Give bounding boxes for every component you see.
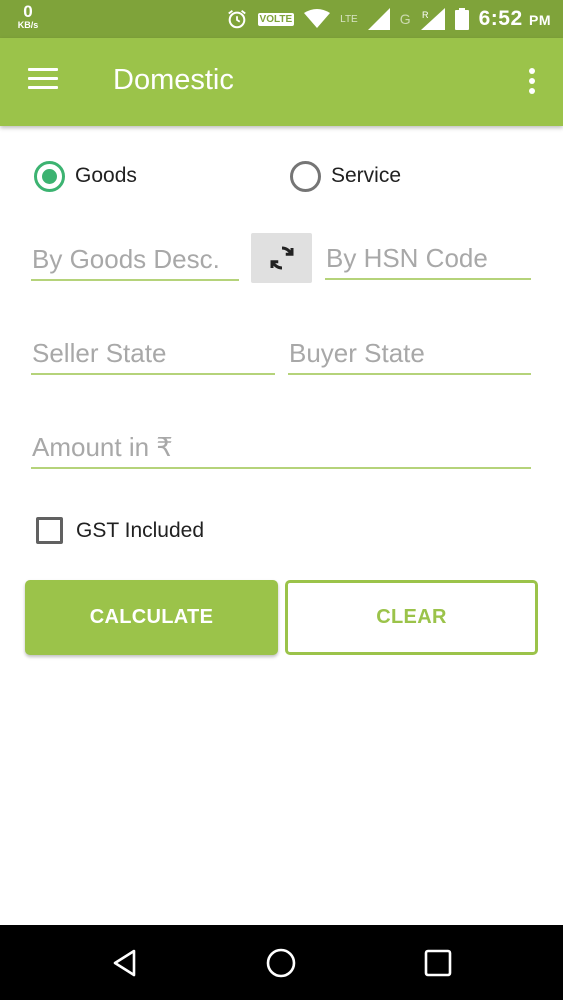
clock-time: 6:52 xyxy=(478,7,523,30)
amount-field[interactable] xyxy=(31,427,531,469)
network-speed-value: 0 xyxy=(23,2,33,21)
swap-search-button[interactable] xyxy=(251,233,312,283)
battery-icon xyxy=(454,8,469,30)
status-bar: 0 KB/s VOLTE LTE G R 6:52 PM xyxy=(0,0,563,38)
signal-icon xyxy=(367,8,390,30)
home-button[interactable] xyxy=(261,943,301,983)
hamburger-menu-icon[interactable] xyxy=(28,68,60,92)
gst-included-label: GST Included xyxy=(76,518,205,542)
navigation-bar xyxy=(0,925,563,1000)
status-icons: VOLTE LTE G R 6:52 PM xyxy=(226,0,551,38)
radio-goods[interactable]: Goods xyxy=(34,160,137,192)
goods-desc-field[interactable] xyxy=(31,239,239,281)
app-bar: Domestic xyxy=(0,38,563,126)
back-triangle-icon xyxy=(113,949,136,977)
calculate-button[interactable]: CALCULATE xyxy=(25,580,278,655)
gst-included-box[interactable] xyxy=(36,517,63,544)
network-speed-unit: KB/s xyxy=(17,20,39,30)
clock-ampm: PM xyxy=(529,12,551,28)
network-type-g: G xyxy=(399,11,411,27)
home-circle-icon xyxy=(266,948,296,978)
more-vert-icon[interactable] xyxy=(527,68,537,98)
hsn-code-field[interactable] xyxy=(325,238,531,280)
roaming-signal-icon: R xyxy=(420,8,445,30)
alarm-icon xyxy=(227,10,246,29)
recents-square-icon xyxy=(424,949,452,977)
back-button[interactable] xyxy=(105,943,145,983)
seller-state-field[interactable] xyxy=(31,333,275,375)
gst-included-checkbox[interactable]: GST Included xyxy=(36,517,204,544)
wifi-icon xyxy=(304,9,331,28)
buyer-state-field[interactable] xyxy=(288,333,531,375)
clock: 6:52 PM xyxy=(479,7,551,31)
clear-button[interactable]: CLEAR xyxy=(285,580,538,655)
recents-button[interactable] xyxy=(418,943,458,983)
buyer-state-input[interactable] xyxy=(288,333,531,373)
hsn-code-input[interactable] xyxy=(325,238,531,278)
lte-label: LTE xyxy=(340,13,358,25)
radio-goods-label: Goods xyxy=(75,164,137,187)
radio-service-circle[interactable] xyxy=(290,160,321,192)
page-title: Domestic xyxy=(113,64,234,96)
radio-goods-circle[interactable] xyxy=(34,160,65,192)
roaming-indicator: R xyxy=(422,10,429,20)
goods-desc-input[interactable] xyxy=(31,239,239,279)
seller-state-input[interactable] xyxy=(31,333,275,373)
radio-service-label: Service xyxy=(331,164,402,187)
refresh-icon xyxy=(270,246,293,270)
network-speed: 0 KB/s xyxy=(13,3,43,30)
volte-badge: VOLTE xyxy=(257,12,295,26)
radio-service[interactable]: Service xyxy=(290,160,401,192)
amount-input[interactable] xyxy=(31,427,531,467)
